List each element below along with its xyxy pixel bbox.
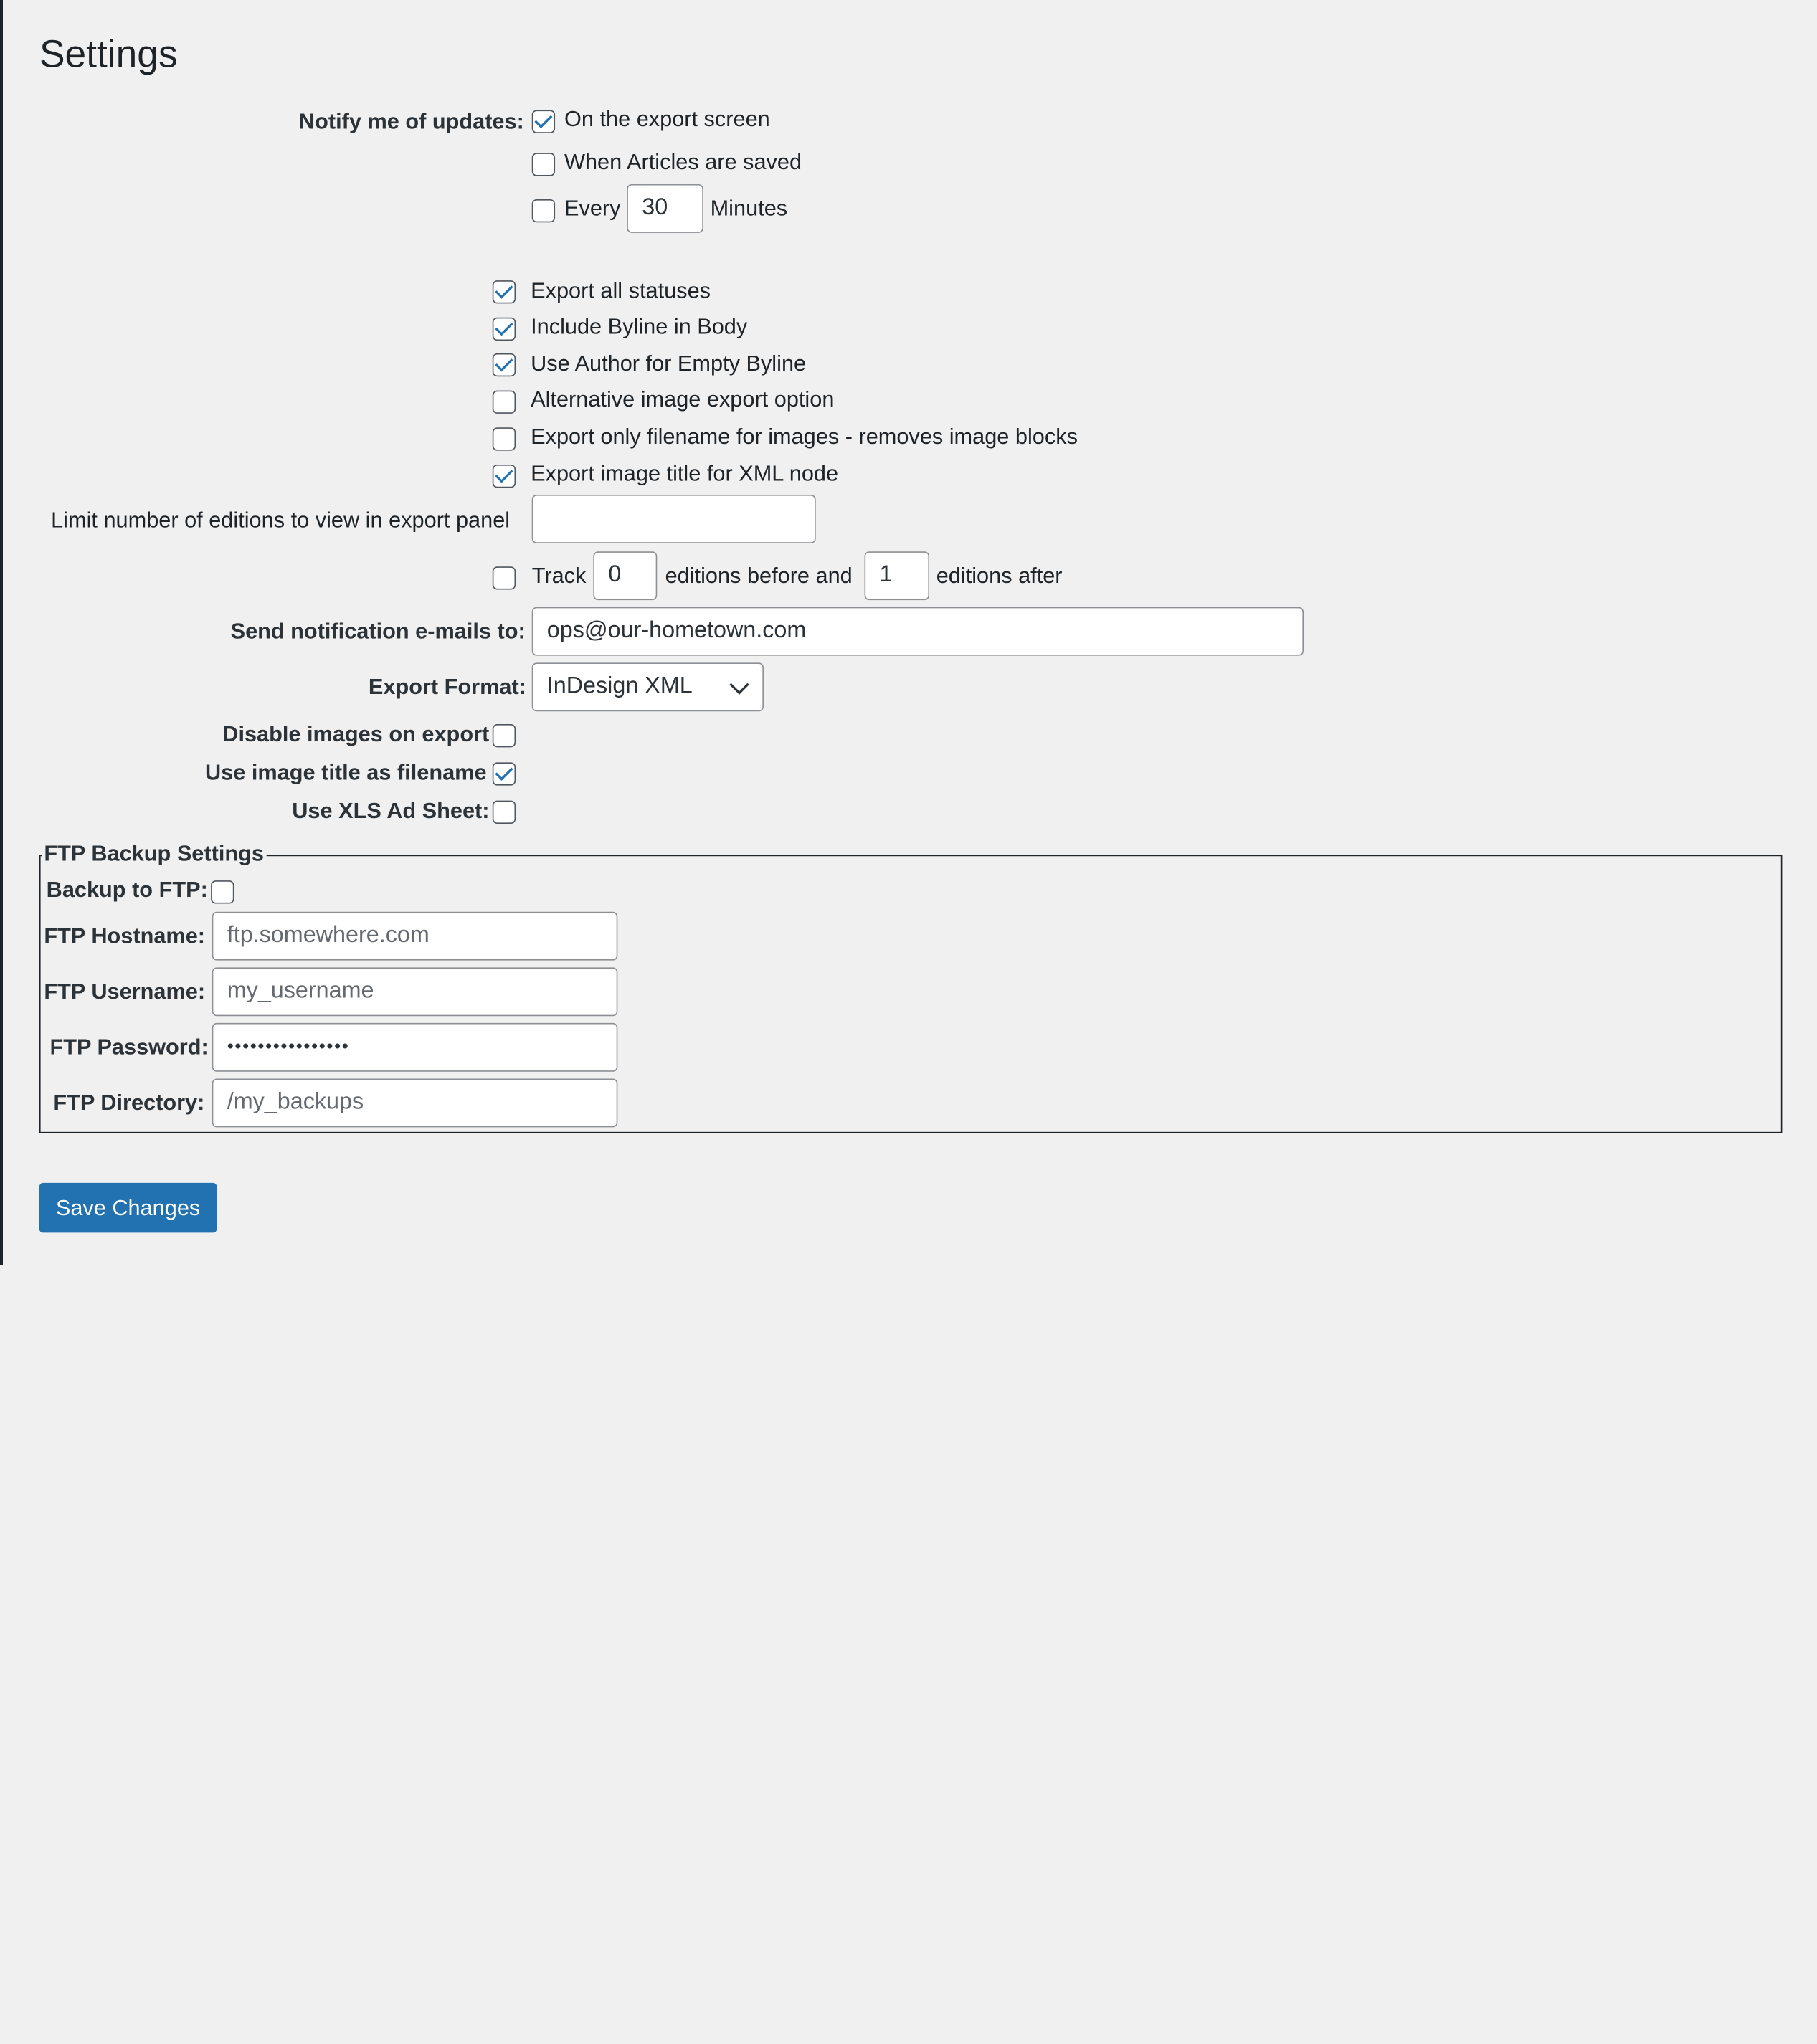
image-title-filename-label: Use image title as filename (205, 761, 487, 786)
image-title-xml-checkbox[interactable] (492, 465, 516, 488)
author-empty-byline-checkbox[interactable] (492, 353, 516, 377)
notify-every-checkbox[interactable] (531, 199, 556, 223)
ftp-hostname-label: FTP Hostname: (44, 924, 206, 949)
ftp-password-input[interactable]: •••••••••••••••• (212, 1022, 618, 1072)
page-title: Settings (39, 32, 178, 76)
notification-email-label: Send notification e-mails to: (230, 619, 526, 645)
ftp-directory-input[interactable]: /my_backups (212, 1078, 618, 1128)
export-all-statuses-label: Export all statuses (531, 279, 711, 304)
backup-ftp-label: Backup to FTP: (46, 878, 208, 903)
disable-images-checkbox[interactable] (492, 724, 516, 748)
notify-minutes-label: Minutes (710, 196, 788, 222)
export-format-label: Export Format: (368, 675, 526, 700)
notification-email-input[interactable]: ops@our-hometown.com (531, 607, 1304, 656)
export-format-select[interactable]: InDesign XML (531, 662, 764, 712)
ftp-directory-label: FTP Directory: (53, 1091, 205, 1116)
include-byline-checkbox[interactable] (492, 317, 516, 341)
ftp-password-label: FTP Password: (49, 1035, 209, 1060)
image-title-filename-checkbox[interactable] (492, 762, 516, 786)
filename-only-images-label: Export only filename for images - remove… (531, 425, 1078, 450)
notify-minutes-input[interactable]: 30 (627, 184, 703, 233)
notify-label: Notify me of updates: (298, 110, 524, 135)
ftp-legend: FTP Backup Settings (42, 842, 267, 868)
editions-before-input[interactable]: 0 (593, 551, 658, 601)
save-changes-button[interactable]: Save Changes (39, 1182, 217, 1233)
limit-editions-label: Limit number of editions to view in expo… (51, 508, 511, 533)
export-format-value: InDesign XML (546, 672, 693, 699)
editions-after-input[interactable]: 1 (864, 551, 930, 601)
ftp-username-label: FTP Username: (44, 980, 206, 1005)
track-checkbox[interactable] (492, 566, 516, 590)
notify-articles-saved-checkbox[interactable] (531, 153, 556, 176)
backup-ftp-checkbox[interactable] (211, 880, 234, 904)
image-title-xml-label: Export image title for XML node (531, 462, 839, 487)
notify-export-screen-label: On the export screen (564, 108, 770, 133)
notify-articles-saved-label: When Articles are saved (564, 151, 802, 176)
xls-ad-sheet-checkbox[interactable] (492, 800, 516, 824)
alt-image-export-checkbox[interactable] (492, 390, 516, 414)
include-byline-label: Include Byline in Body (531, 315, 748, 340)
disable-images-label: Disable images on export (222, 723, 490, 748)
editions-after-label: editions after (936, 564, 1063, 589)
settings-page: Settings Notify me of updates: On the ex… (0, 0, 1817, 1265)
track-label: Track (531, 564, 587, 589)
notify-every-label: Every (564, 196, 621, 222)
filename-only-images-checkbox[interactable] (492, 427, 516, 451)
ftp-hostname-input[interactable]: ftp.somewhere.com (212, 911, 618, 961)
notify-export-screen-checkbox[interactable] (531, 110, 556, 133)
alt-image-export-label: Alternative image export option (531, 388, 835, 413)
editions-before-label: editions before and (665, 564, 853, 589)
author-empty-byline-label: Use Author for Empty Byline (531, 352, 807, 377)
chevron-down-icon (729, 675, 749, 695)
limit-editions-input[interactable] (531, 495, 816, 543)
ftp-username-input[interactable]: my_username (212, 967, 618, 1017)
export-all-statuses-checkbox[interactable] (492, 280, 516, 304)
xls-ad-sheet-label: Use XLS Ad Sheet: (292, 799, 490, 824)
